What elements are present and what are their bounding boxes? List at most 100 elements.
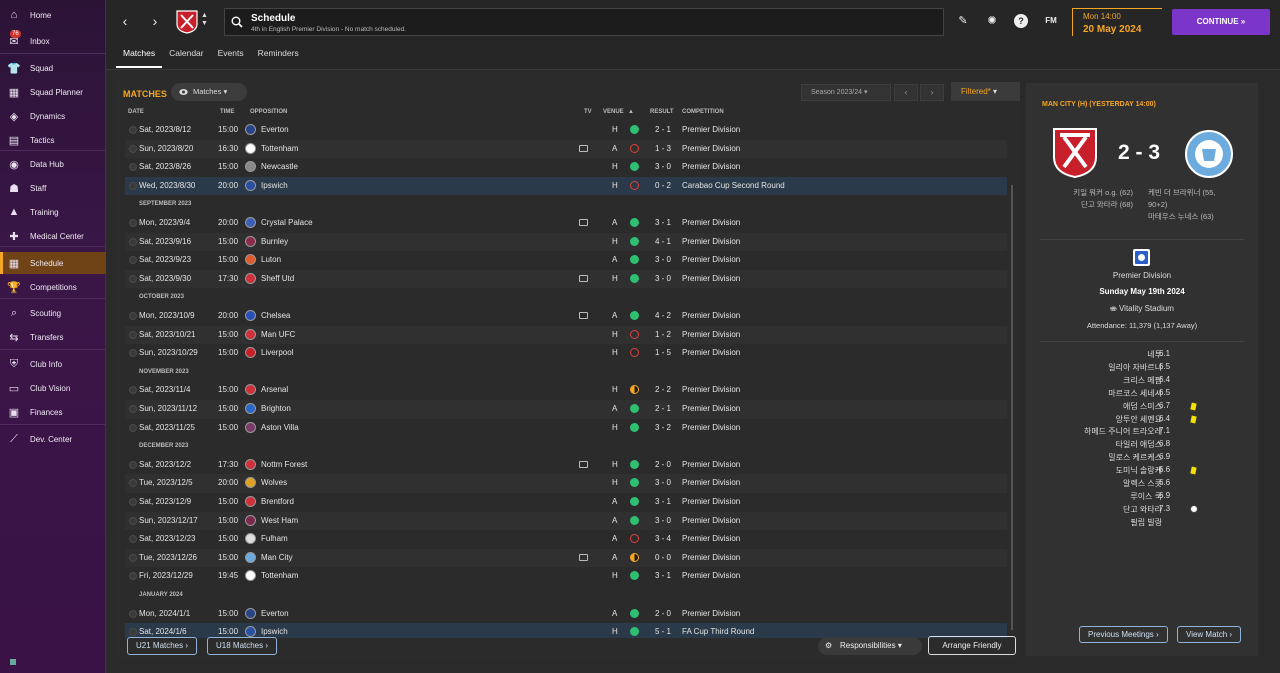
player-rating-row[interactable]: 일리아 자바르니 6.5 xyxy=(1026,362,1258,375)
table-row[interactable]: Sat, 2023/12/23 15:00 Fulham A 3 - 4 Premier … xyxy=(125,530,1007,549)
opponent-name[interactable]: Fulham xyxy=(261,534,288,543)
tab-matches[interactable]: Matches xyxy=(116,46,163,68)
sidebar-item-dynamics[interactable]: ◈ Dynamics xyxy=(0,105,106,127)
away-crest-icon[interactable] xyxy=(1184,129,1234,179)
search-box[interactable]: Schedule 4th in English Premier Division… xyxy=(224,8,944,36)
table-row[interactable]: Sat, 2023/8/26 15:00 Newcastle H 3 - 0 Premie… xyxy=(125,158,1007,177)
col-opposition[interactable]: OPPOSITION xyxy=(250,109,287,115)
sidebar-item-squad-planner[interactable]: ▦ Squad Planner xyxy=(0,81,106,103)
sidebar-item-club-vision[interactable]: ▭ Club Vision xyxy=(0,377,106,399)
table-row[interactable]: Sun, 2023/8/20 16:30 Tottenham A 1 - 3 Premie… xyxy=(125,139,1007,159)
sidebar-item-data-hub[interactable]: ◉ Data Hub xyxy=(0,153,106,175)
player-rating-row[interactable]: 크리스 메팜 6.4 xyxy=(1026,375,1258,388)
table-row[interactable]: Sat, 2023/11/25 15:00 Aston Villa H 3 - 2 Pre… xyxy=(125,419,1007,438)
forward-arrow-icon[interactable]: › xyxy=(144,10,166,32)
tab-calendar[interactable]: Calendar xyxy=(162,46,211,68)
opponent-name[interactable]: Arsenal xyxy=(261,385,288,394)
table-row[interactable]: Sat, 2023/9/16 15:00 Burnley H 4 - 1 Premier … xyxy=(125,232,1007,252)
opponent-name[interactable]: Everton xyxy=(261,609,289,618)
table-row[interactable]: Sat, 2023/9/23 15:00 Luton A 3 - 0 Premier Di… xyxy=(125,251,1007,270)
player-rating-row[interactable]: 마르코스 세네시 6.5 xyxy=(1026,388,1258,401)
player-rating-row[interactable]: 하메드 주니어 트라오레 7.1 xyxy=(1026,426,1258,439)
edit-icon[interactable]: ✎ xyxy=(956,14,970,28)
opponent-name[interactable]: Tottenham xyxy=(261,144,298,153)
opponent-name[interactable]: Chelsea xyxy=(261,311,290,320)
next-page-button[interactable]: › xyxy=(920,84,944,101)
player-rating-row[interactable]: 필립 빌링 - xyxy=(1026,517,1258,530)
sidebar-item-inbox[interactable]: ✉ 76 Inbox xyxy=(0,30,106,52)
player-rating-row[interactable]: 도미닉 솔랑케 6.6 xyxy=(1026,465,1258,478)
club-crest-icon[interactable] xyxy=(176,10,198,34)
table-row[interactable]: Sat, 2023/10/21 15:00 Man UFC H 1 - 2 Premier… xyxy=(125,325,1007,345)
opponent-name[interactable]: Aston Villa xyxy=(261,423,299,432)
opponent-name[interactable]: Ipswich xyxy=(261,181,288,190)
sidebar-item-finances[interactable]: ▣ Finances xyxy=(0,401,106,423)
col-venue[interactable]: VENUE xyxy=(603,109,624,115)
opponent-name[interactable]: Brentford xyxy=(261,497,294,506)
responsibilities-button[interactable]: ⚙ Responsibilities ▾ xyxy=(818,637,922,655)
sidebar-item-tactics[interactable]: ▤ Tactics xyxy=(0,129,106,151)
scrollbar[interactable] xyxy=(1011,185,1013,630)
tab-events[interactable]: Events xyxy=(211,46,251,68)
opponent-name[interactable]: Luton xyxy=(261,255,281,264)
col-result[interactable]: RESULT xyxy=(650,109,674,115)
player-rating-row[interactable]: 루이스 쿡 6.9 xyxy=(1026,491,1258,504)
sidebar-item-competitions[interactable]: 🏆 Competitions xyxy=(0,276,106,298)
view-dropdown[interactable]: Matches ▾ xyxy=(171,83,247,101)
table-row[interactable]: Mon, 2023/9/4 20:00 Crystal Palace A 3 - 1 Pr… xyxy=(125,214,1007,233)
table-row[interactable]: Sat, 2023/12/9 15:00 Brentford A 3 - 1 Premie… xyxy=(125,493,1007,512)
sidebar-item-training[interactable]: ▲ Training xyxy=(0,201,106,223)
table-row[interactable]: Sat, 2023/11/4 15:00 Arsenal H 2 - 2 Premier … xyxy=(125,381,1007,400)
col-date[interactable]: DATE xyxy=(128,109,144,115)
home-crest-icon[interactable] xyxy=(1052,127,1098,179)
player-rating-row[interactable]: 네투 6.1 xyxy=(1026,349,1258,362)
table-row[interactable]: Sat, 2024/1/6 15:00 Ipswich H 5 - 1 FA Cup Th… xyxy=(125,623,1007,638)
previous-meetings-button[interactable]: Previous Meetings › xyxy=(1079,626,1168,643)
table-row[interactable]: Wed, 2023/8/30 20:00 Ipswich H 0 - 2 Carabao … xyxy=(125,176,1007,196)
player-rating-row[interactable]: 타일러 애덤스 6.8 xyxy=(1026,439,1258,452)
opponent-name[interactable]: Burnley xyxy=(261,237,288,246)
col-competition[interactable]: COMPETITION xyxy=(682,109,724,115)
sidebar-item-medical-center[interactable]: ✚ Medical Center xyxy=(0,225,106,247)
opponent-name[interactable]: Ipswich xyxy=(261,627,288,636)
opponent-name[interactable]: Man UFC xyxy=(261,330,295,339)
continue-button[interactable]: CONTINUE » xyxy=(1172,9,1270,35)
opponent-name[interactable]: Crystal Palace xyxy=(261,218,313,227)
u21-matches-button[interactable]: U21 Matches › xyxy=(127,637,198,655)
club-switch-icon[interactable]: ▲ ▼ xyxy=(201,12,208,28)
player-rating-row[interactable]: 단고 와타라 7.3 xyxy=(1026,504,1258,517)
sidebar-item-transfers[interactable]: ⇆ Transfers xyxy=(0,326,106,348)
sidebar-item-schedule[interactable]: ▦ Schedule xyxy=(0,252,106,274)
table-row[interactable]: Sun, 2023/12/17 15:00 West Ham A 3 - 0 Premie… xyxy=(125,511,1007,531)
table-row[interactable]: Tue, 2023/12/26 15:00 Man City A 0 - 0 Premie… xyxy=(125,548,1007,568)
player-rating-row[interactable]: 애덤 스미스 6.7 xyxy=(1026,401,1258,414)
opponent-name[interactable]: Sheff Utd xyxy=(261,274,294,283)
sidebar-item-squad[interactable]: 👕 Squad xyxy=(0,57,106,79)
sidebar-item-club-info[interactable]: ⛨ Club Info xyxy=(0,353,106,375)
view-match-button[interactable]: View Match › xyxy=(1177,626,1242,643)
fm-menu-icon[interactable]: FM xyxy=(1042,14,1060,28)
opponent-name[interactable]: Newcastle xyxy=(261,162,298,171)
table-row[interactable]: Sun, 2023/11/12 15:00 Brighton A 2 - 1 Premie… xyxy=(125,400,1007,419)
table-row[interactable]: Sat, 2023/8/12 15:00 Everton H 2 - 1 Premier … xyxy=(125,121,1007,140)
player-rating-row[interactable]: 밀로스 케르케스 6.9 xyxy=(1026,452,1258,465)
sidebar-item-dev-center[interactable]: ⟋ Dev. Center xyxy=(0,428,106,450)
season-select[interactable]: Season 2023/24 ▾ xyxy=(801,84,891,101)
player-rating-row[interactable]: 앙투안 세멘요 6.4 xyxy=(1026,414,1258,427)
opponent-name[interactable]: Nottm Forest xyxy=(261,460,307,469)
player-rating-row[interactable]: 알렉스 스콧 6.6 xyxy=(1026,478,1258,491)
sidebar-item-home[interactable]: ⌂ Home xyxy=(0,4,106,26)
opponent-name[interactable]: Liverpool xyxy=(261,348,293,357)
table-row[interactable]: Fri, 2023/12/29 19:45 Tottenham H 3 - 1 Premi… xyxy=(125,567,1007,586)
table-row[interactable]: Sat, 2023/12/2 17:30 Nottm Forest H 2 - 0 Pre… xyxy=(125,456,1007,475)
table-row[interactable]: Sun, 2023/10/29 15:00 Liverpool H 1 - 5 Premi… xyxy=(125,344,1007,363)
opponent-name[interactable]: Brighton xyxy=(261,404,291,413)
opponent-name[interactable]: Man City xyxy=(261,553,293,562)
help-icon[interactable]: ? xyxy=(1014,14,1028,28)
opponent-name[interactable]: Tottenham xyxy=(261,571,298,580)
table-row[interactable]: Mon, 2024/1/1 15:00 Everton A 2 - 0 Premier D… xyxy=(125,605,1007,624)
tab-reminders[interactable]: Reminders xyxy=(251,46,306,68)
col-time[interactable]: TIME xyxy=(220,109,234,115)
opponent-name[interactable]: West Ham xyxy=(261,516,298,525)
back-arrow-icon[interactable]: ‹ xyxy=(114,10,136,32)
